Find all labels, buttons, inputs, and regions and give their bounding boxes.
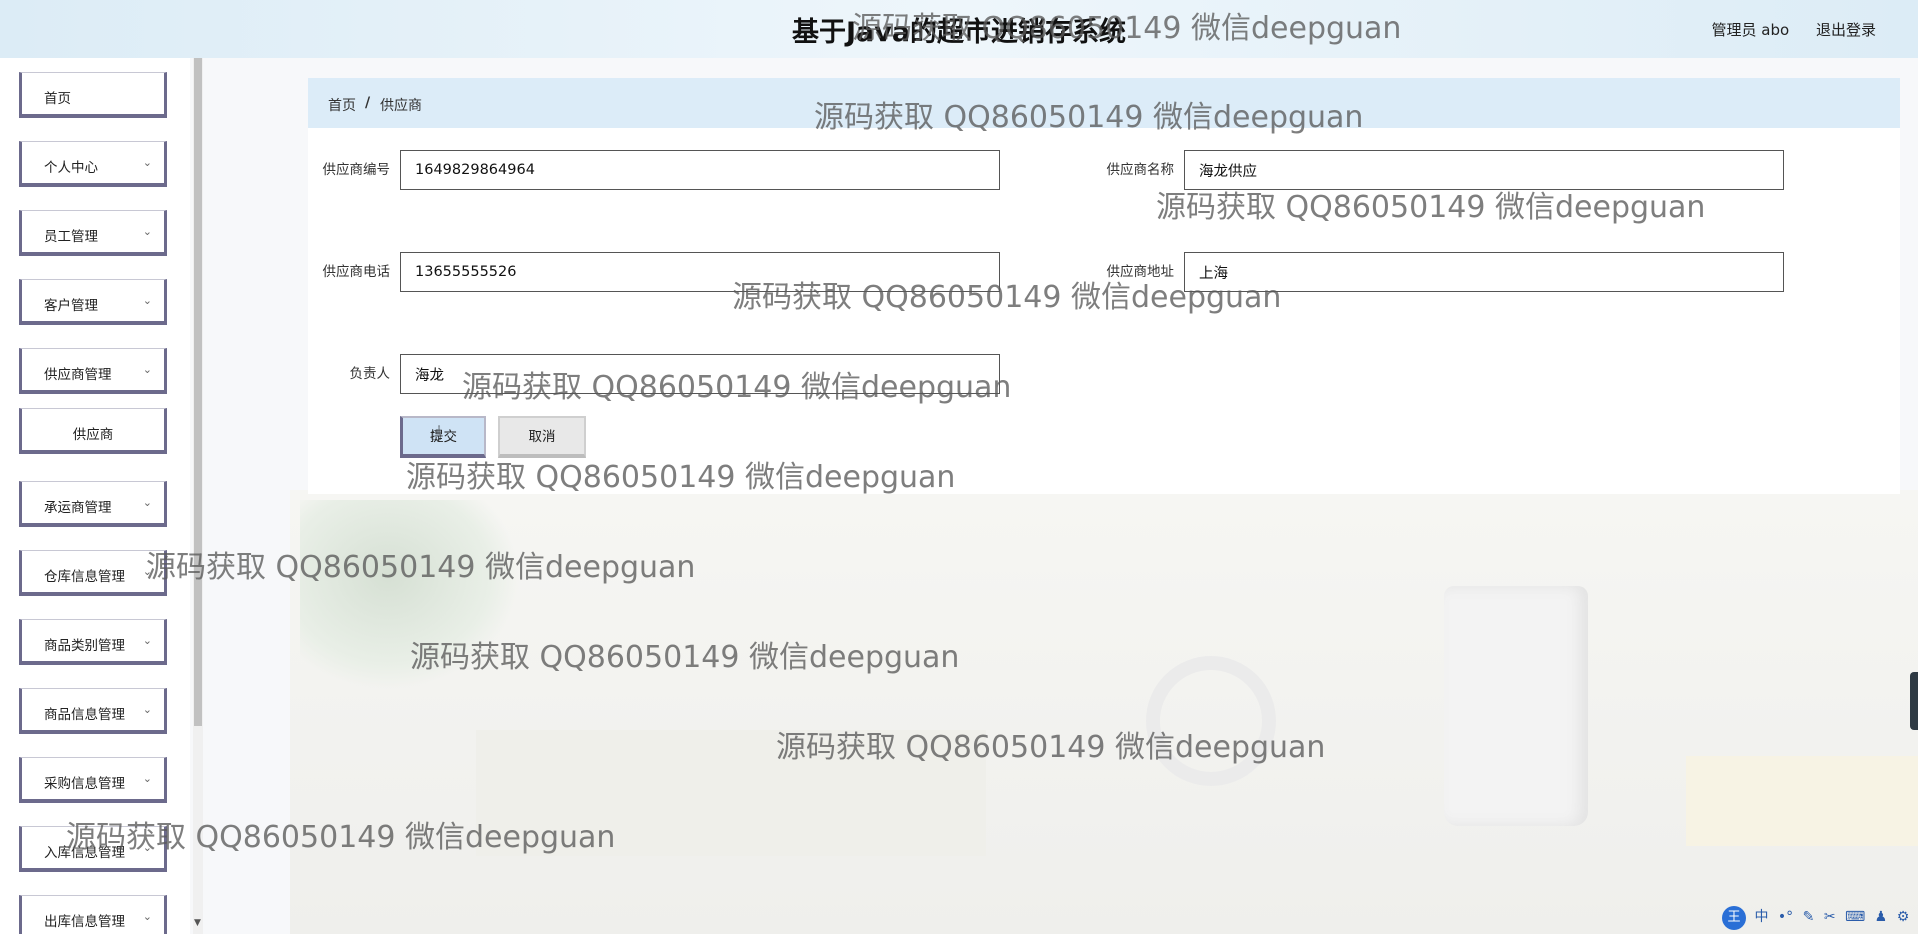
breadcrumb-home[interactable]: 首页 xyxy=(328,95,356,115)
sidebar-item-label: 商品类别管理 xyxy=(44,638,125,654)
chevron-down-icon: ⌄ xyxy=(142,634,152,647)
user-area: 管理员 abo 退出登录 xyxy=(1690,19,1876,40)
ime-punct-icon[interactable]: •° xyxy=(1778,909,1793,925)
sidebar-item-carrier-management[interactable]: 承运商管理 ⌄ xyxy=(19,481,167,527)
sidebar-item-personal-center[interactable]: 个人中心 ⌄ xyxy=(19,141,167,187)
chevron-down-icon: ⌄ xyxy=(142,841,152,854)
chevron-down-icon: ⌄ xyxy=(142,496,152,509)
breadcrumb: 首页 / 供应商 xyxy=(308,78,1900,128)
ime-logo-icon[interactable]: 王 xyxy=(1722,906,1746,930)
sidebar-item-label: 供应商 xyxy=(72,427,114,443)
sidebar-subitem-supplier[interactable]: 供应商 xyxy=(19,408,167,454)
chevron-down-icon: ⌄ xyxy=(142,156,152,169)
chevron-down-icon: ⌄ xyxy=(142,772,152,785)
manager-field[interactable] xyxy=(400,354,1000,394)
sidebar-item-label: 员工管理 xyxy=(44,229,98,245)
supplier-phone-field[interactable] xyxy=(400,252,1000,292)
ime-keyboard-icon[interactable]: ⌨ xyxy=(1845,909,1865,925)
supplier-name-field[interactable] xyxy=(1184,150,1784,190)
ime-pen-icon[interactable]: ✎ xyxy=(1803,909,1815,925)
supplier-address-label: 供应商地址 xyxy=(1106,264,1175,280)
sidebar-item-label: 承运商管理 xyxy=(44,500,112,516)
sidebar-item-label: 首页 xyxy=(44,91,71,107)
chevron-down-icon: ⌄ xyxy=(142,703,152,716)
sidebar-item-purchase-management[interactable]: 采购信息管理 ⌄ xyxy=(19,757,167,803)
sidebar-item-label: 仓库信息管理 xyxy=(44,569,125,585)
sidebar-item-label: 供应商管理 xyxy=(44,367,112,383)
ime-settings-icon[interactable]: ⚙ xyxy=(1897,909,1910,925)
background-cylinder xyxy=(1444,586,1588,826)
chevron-down-icon: ⌄ xyxy=(142,225,152,238)
background-decoration xyxy=(290,490,1918,934)
sidebar-item-customer-management[interactable]: 客户管理 ⌄ xyxy=(19,279,167,325)
chevron-down-icon: ⌄ xyxy=(142,294,152,307)
ime-skin-icon[interactable]: ♟ xyxy=(1875,909,1888,925)
sidebar-item-employee-management[interactable]: 员工管理 ⌄ xyxy=(19,210,167,256)
supplier-no-label: 供应商编号 xyxy=(322,162,391,178)
supplier-name-label: 供应商名称 xyxy=(1106,162,1175,178)
chevron-down-icon: ⌄ xyxy=(142,363,152,376)
sidebar-item-label: 客户管理 xyxy=(44,298,98,314)
logout-link[interactable]: 退出登录 xyxy=(1816,21,1876,39)
ime-scissors-icon[interactable]: ✂ xyxy=(1824,909,1836,925)
sidebar-item-label: 入库信息管理 xyxy=(44,845,125,861)
background-plant xyxy=(300,500,520,690)
sidebar-item-warehouse-management[interactable]: 仓库信息管理 ⌄ xyxy=(19,550,167,596)
ime-toolbar[interactable]: 王 中 •° ✎ ✂ ⌨ ♟ ⚙ xyxy=(1722,906,1918,934)
app-title: 基于Java的超市进销存系统 xyxy=(791,17,1127,48)
supplier-no-field[interactable] xyxy=(400,150,1000,190)
background-ring xyxy=(1146,656,1276,786)
sidebar-item-label: 出库信息管理 xyxy=(44,914,125,930)
sidebar-item-category-management[interactable]: 商品类别管理 ⌄ xyxy=(19,619,167,665)
sidebar-item-label: 个人中心 xyxy=(44,160,98,176)
sidebar-scrollbar-thumb[interactable] xyxy=(194,58,202,726)
supplier-address-field[interactable] xyxy=(1184,252,1784,292)
sidebar-item-label: 商品信息管理 xyxy=(44,707,125,723)
chevron-down-icon: ⌄ xyxy=(142,565,152,578)
user-label: 管理员 abo xyxy=(1711,21,1790,39)
supplier-phone-label: 供应商电话 xyxy=(322,264,391,280)
manager-label: 负责人 xyxy=(349,366,391,382)
background-box xyxy=(1686,756,1918,846)
sidebar-item-supplier-management[interactable]: 供应商管理 ⌄ xyxy=(19,348,167,394)
sidebar-item-outbound-management[interactable]: 出库信息管理 ⌄ xyxy=(19,895,167,934)
background-shelf xyxy=(476,730,986,856)
sidebar-item-home[interactable]: 首页 xyxy=(19,72,167,118)
top-header: 基于Java的超市进销存系统 管理员 abo 退出登录 xyxy=(0,0,1918,58)
chevron-down-icon: ⌄ xyxy=(142,910,152,923)
submit-button[interactable]: 提交 xyxy=(400,416,486,458)
edge-tab[interactable] xyxy=(1910,672,1918,730)
sidebar-item-inbound-management[interactable]: 入库信息管理 ⌄ xyxy=(19,826,167,872)
breadcrumb-separator: / xyxy=(365,95,371,111)
cancel-button[interactable]: 取消 xyxy=(498,416,586,458)
sidebar-item-product-management[interactable]: 商品信息管理 ⌄ xyxy=(19,688,167,734)
sidebar-item-label: 采购信息管理 xyxy=(44,776,125,792)
breadcrumb-current: 供应商 xyxy=(380,98,422,114)
sidebar: 首页 个人中心 ⌄ 员工管理 ⌄ 客户管理 ⌄ 供应商管理 ⌄ 供应商 承运商管… xyxy=(0,58,190,934)
scroll-down-arrow-icon[interactable]: ▼ xyxy=(194,918,201,928)
ime-lang-toggle[interactable]: 中 xyxy=(1754,909,1768,925)
